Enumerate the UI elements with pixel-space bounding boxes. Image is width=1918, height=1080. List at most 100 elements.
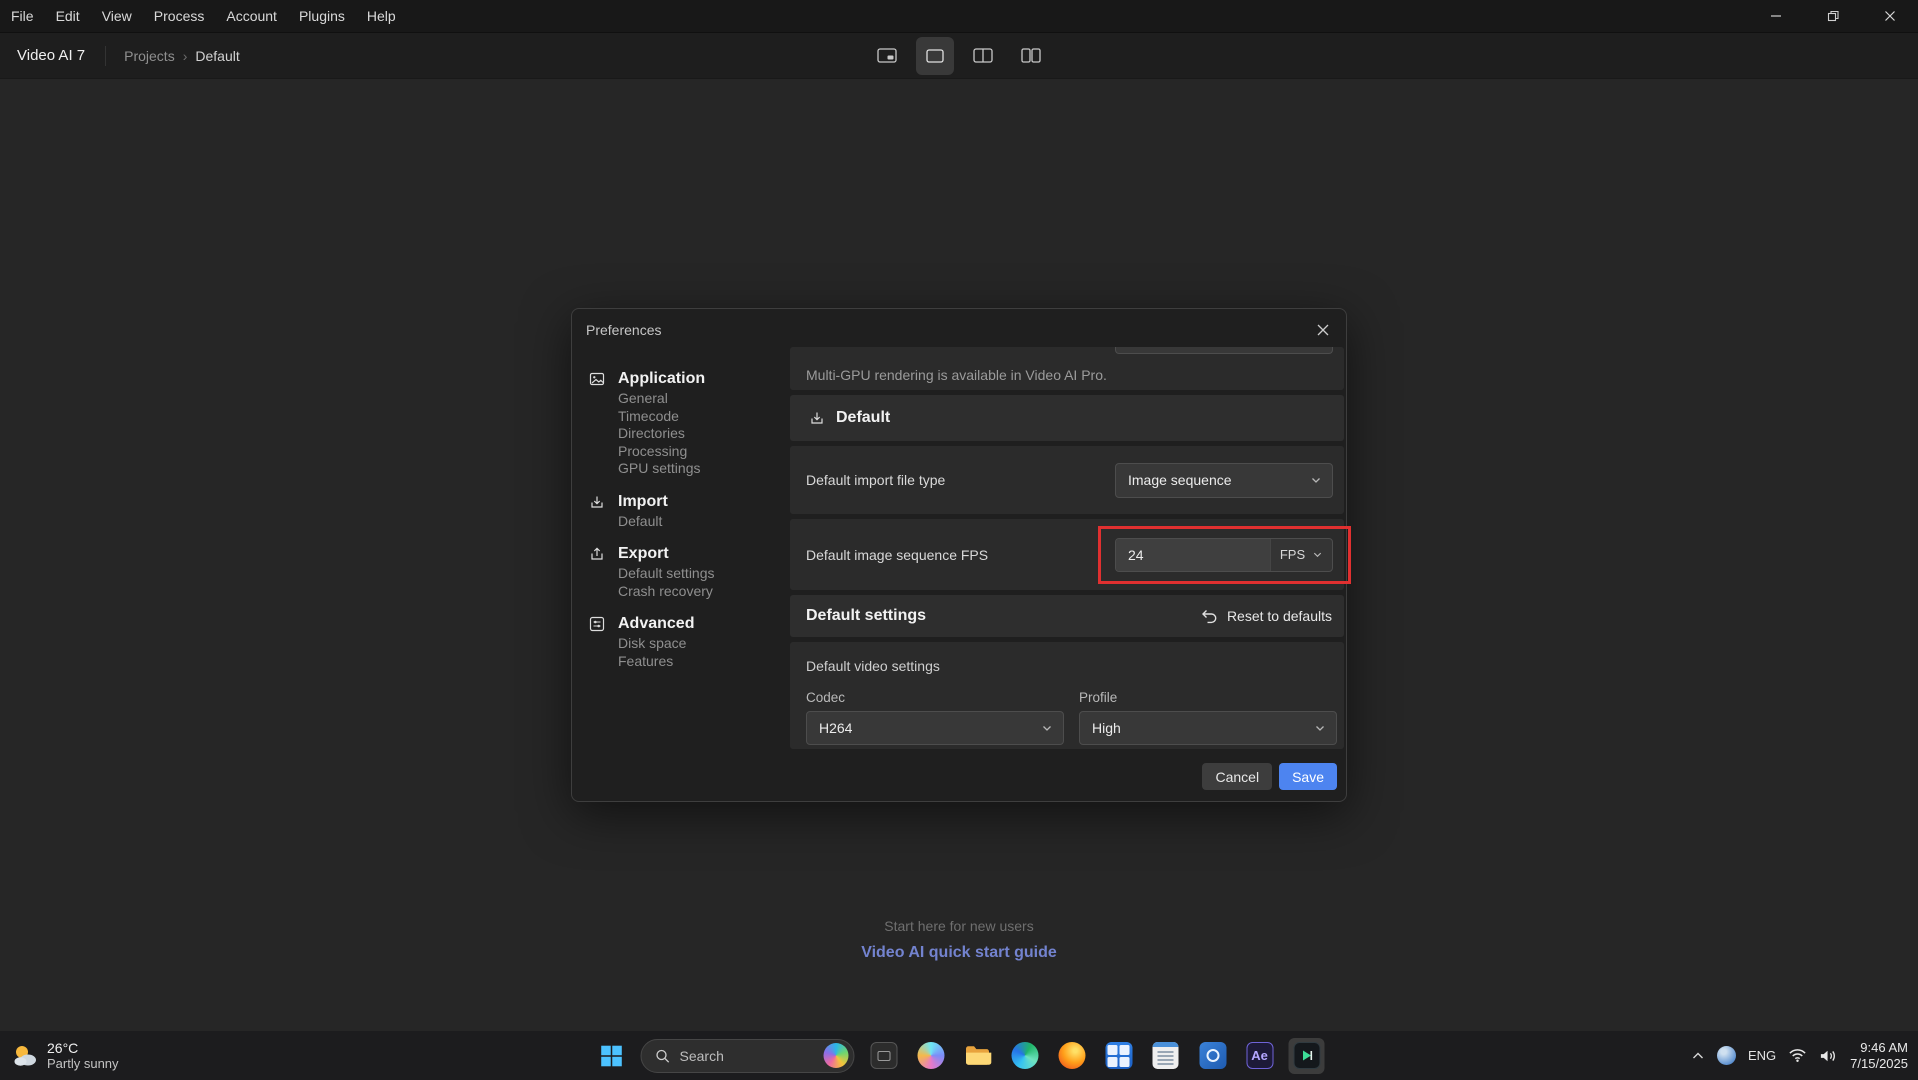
layout-split-button[interactable]	[964, 37, 1002, 75]
sidebar-header-export[interactable]: Export	[589, 544, 784, 564]
taskbar-app-file-explorer[interactable]	[960, 1038, 996, 1074]
import-file-type-value: Image sequence	[1128, 472, 1232, 488]
system-tray: ENG 9:46 AM 7/15/2025	[1691, 1031, 1908, 1080]
reset-to-defaults-button[interactable]: Reset to defaults	[1201, 608, 1332, 624]
clock-date: 7/15/2025	[1850, 1056, 1908, 1072]
sidebar-subitems-advanced: Disk space Features	[618, 635, 784, 670]
taskbar-app-firefox[interactable]	[1054, 1038, 1090, 1074]
taskbar-app-notepad[interactable]	[1148, 1038, 1184, 1074]
close-icon	[1316, 323, 1330, 337]
menu-help[interactable]: Help	[356, 0, 407, 32]
close-icon	[1884, 10, 1896, 22]
start-button[interactable]	[594, 1038, 630, 1074]
taskbar-app-copilot[interactable]	[913, 1038, 949, 1074]
import-icon	[589, 494, 605, 510]
maximize-button[interactable]	[1804, 0, 1861, 32]
taskbar-app-video-ai[interactable]	[1289, 1038, 1325, 1074]
sidebar-item-disk-space[interactable]: Disk space	[618, 635, 784, 653]
taskbar-app-edge[interactable]	[1007, 1038, 1043, 1074]
sidebar-header-import[interactable]: Import	[589, 492, 784, 512]
taskbar-app-dark-window[interactable]	[866, 1038, 902, 1074]
close-button[interactable]	[1861, 0, 1918, 32]
save-button[interactable]: Save	[1279, 763, 1337, 790]
video-settings-label: Default video settings	[806, 658, 940, 674]
taskbar-app-after-effects[interactable]: Ae	[1242, 1038, 1278, 1074]
sidebar-item-default-settings[interactable]: Default settings	[618, 565, 784, 583]
taskbar-app-blue-tiles[interactable]	[1101, 1038, 1137, 1074]
weather-texts: 26°C Partly sunny	[47, 1040, 119, 1071]
screen: File Edit View Process Account Plugins H…	[0, 0, 1918, 1080]
minimize-button[interactable]	[1747, 0, 1804, 32]
clock[interactable]: 9:46 AM 7/15/2025	[1850, 1040, 1908, 1072]
tray-status-icon[interactable]	[1717, 1046, 1736, 1065]
weather-temperature: 26°C	[47, 1040, 119, 1056]
sidebar-label-import: Import	[618, 493, 668, 511]
sidebar-item-features[interactable]: Features	[618, 653, 784, 671]
breadcrumb: Projects › Default	[124, 48, 240, 64]
pip-view-icon	[877, 48, 897, 63]
dark-window-icon	[870, 1042, 897, 1069]
wifi-icon[interactable]	[1788, 1048, 1807, 1063]
layout-side-by-side-button[interactable]	[1012, 37, 1050, 75]
sidebar-section-export: Export Default settings Crash recovery	[589, 544, 784, 600]
undo-icon	[1201, 609, 1218, 624]
window-controls	[1747, 0, 1918, 32]
layout-pip-button[interactable]	[868, 37, 906, 75]
view-layout-toggles	[868, 37, 1050, 75]
sidebar-item-directories[interactable]: Directories	[618, 425, 784, 443]
codec-dropdown[interactable]: H264	[806, 711, 1064, 745]
sidebar-header-advanced[interactable]: Advanced	[589, 614, 784, 634]
firefox-icon	[1058, 1042, 1085, 1069]
taskbar-search[interactable]	[641, 1039, 855, 1073]
sidebar-item-import-default[interactable]: Default	[618, 513, 784, 531]
weather-condition: Partly sunny	[47, 1056, 119, 1071]
sidebar-header-application[interactable]: Application	[589, 369, 784, 389]
preferences-dialog: Preferences Application General Timecode…	[571, 308, 1347, 802]
import-file-type-label: Default import file type	[806, 472, 945, 488]
import-file-type-dropdown[interactable]: Image sequence	[1115, 463, 1333, 498]
quick-start-guide-link[interactable]: Video AI quick start guide	[0, 944, 1918, 962]
search-highlight-icon[interactable]	[824, 1043, 849, 1068]
dialog-title: Preferences	[586, 322, 661, 338]
gpu-note-text: Multi-GPU rendering is available in Vide…	[806, 367, 1107, 383]
sidebar-item-processing[interactable]: Processing	[618, 443, 784, 461]
taskbar-app-photos[interactable]	[1195, 1038, 1231, 1074]
default-video-settings-row: Default video settings Codec Profile H26…	[790, 642, 1344, 749]
layout-single-button[interactable]	[916, 37, 954, 75]
sidebar-item-general[interactable]: General	[618, 390, 784, 408]
search-input[interactable]	[680, 1048, 815, 1064]
sidebar-label-application: Application	[618, 370, 705, 388]
menu-plugins[interactable]: Plugins	[288, 0, 356, 32]
sidebar-item-crash-recovery[interactable]: Crash recovery	[618, 583, 784, 601]
export-icon	[589, 546, 605, 562]
sidebar-item-timecode[interactable]: Timecode	[618, 408, 784, 426]
menu-account[interactable]: Account	[215, 0, 288, 32]
sidebar-subitems-application: General Timecode Directories Processing …	[618, 390, 784, 478]
clipped-gpu-dropdown[interactable]	[1115, 347, 1333, 354]
profile-dropdown[interactable]: High	[1079, 711, 1337, 745]
cancel-button[interactable]: Cancel	[1202, 763, 1272, 790]
sequence-fps-input[interactable]	[1116, 539, 1270, 571]
language-indicator[interactable]: ENG	[1748, 1048, 1776, 1063]
menu-view[interactable]: View	[91, 0, 143, 32]
menu-file[interactable]: File	[0, 0, 45, 32]
new-user-hint: Start here for new users	[0, 918, 1918, 934]
sidebar-item-gpu-settings[interactable]: GPU settings	[618, 460, 784, 478]
volume-icon[interactable]	[1819, 1048, 1838, 1064]
menu-process[interactable]: Process	[143, 0, 216, 32]
dialog-close-button[interactable]	[1312, 319, 1334, 341]
fps-unit-dropdown[interactable]: FPS	[1270, 539, 1332, 571]
weather-widget[interactable]: 26°C Partly sunny	[10, 1031, 119, 1080]
menu-edit[interactable]: Edit	[45, 0, 91, 32]
clock-time: 9:46 AM	[1850, 1040, 1908, 1056]
tray-expand-chevron[interactable]	[1691, 1050, 1705, 1062]
sidebar-section-application: Application General Timecode Directories…	[589, 369, 784, 478]
windows-logo-icon	[599, 1043, 625, 1069]
breadcrumb-projects[interactable]: Projects	[124, 48, 175, 64]
single-view-icon	[926, 49, 944, 63]
default-section-title: Default	[836, 409, 890, 427]
split-view-icon	[973, 48, 993, 63]
reset-to-defaults-label: Reset to defaults	[1227, 608, 1332, 624]
photos-icon	[1199, 1042, 1226, 1069]
fps-unit-label: FPS	[1280, 547, 1305, 562]
